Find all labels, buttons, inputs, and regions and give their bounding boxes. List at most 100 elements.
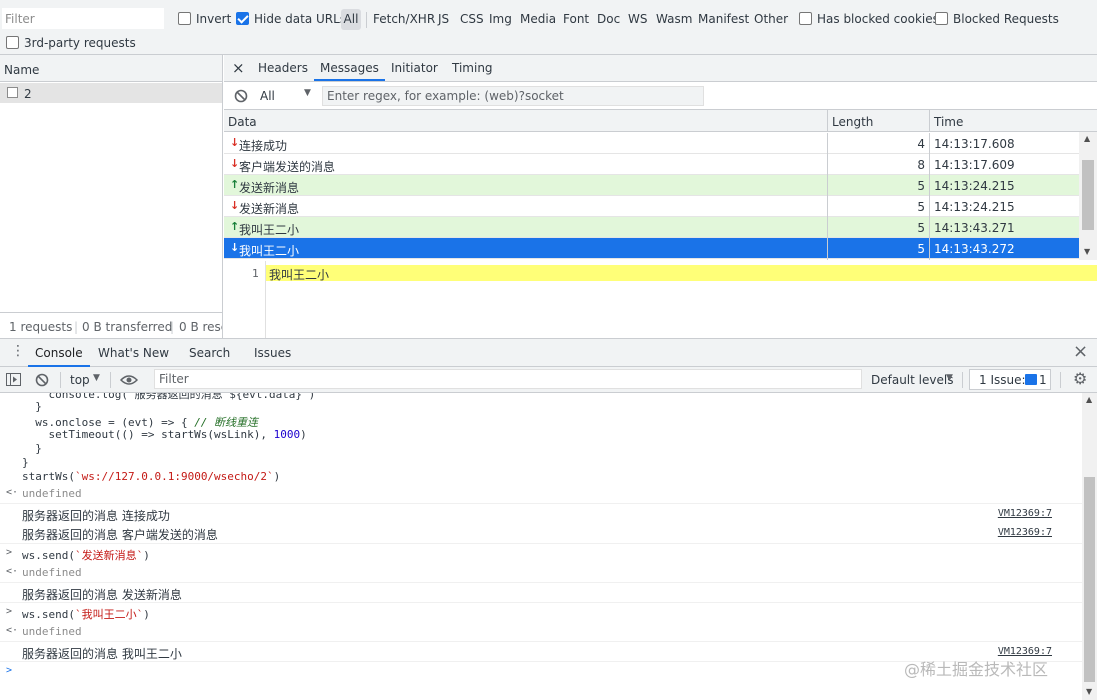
message-time: 14:13:17.608: [934, 137, 1015, 151]
has-blocked-cookies-label: Has blocked cookies: [817, 12, 939, 26]
type-filter-ws[interactable]: WS: [628, 12, 647, 26]
gear-icon[interactable]: ⚙: [1073, 369, 1087, 388]
scroll-up-icon[interactable]: ▲: [1084, 134, 1090, 143]
chevron-down-icon[interactable]: ▼: [946, 373, 953, 383]
log-text: 服务器返回的消息 客户端发送的消息: [22, 528, 218, 542]
request-count: 1 requests: [9, 320, 73, 334]
message-row[interactable]: ↓ 连接成功 4 14:13:17.608: [224, 133, 1079, 154]
line-number-gutter: 1: [224, 261, 266, 338]
message-type-select[interactable]: All: [260, 89, 275, 103]
tab-issues[interactable]: Issues: [254, 346, 291, 360]
type-filter-other[interactable]: Other: [754, 12, 788, 26]
divider: [110, 372, 111, 388]
message-row[interactable]: ↓ 发送新消息 5 14:13:24.215: [224, 196, 1079, 217]
console-filter-input[interactable]: [154, 369, 862, 389]
type-filter-fetch-xhr[interactable]: Fetch/XHR: [373, 12, 435, 26]
type-filter-all[interactable]: All: [341, 9, 361, 30]
console-output: console.log(`服务器返回的消息 ${evt.data}`) } ws…: [0, 393, 1082, 700]
tab-initiator[interactable]: Initiator: [391, 61, 438, 75]
chevron-down-icon[interactable]: ▼: [304, 88, 311, 98]
console-input-line: > ws.send(`我叫王二小`): [0, 602, 1082, 622]
message-time: 14:13:43.271: [934, 221, 1015, 235]
log-source-link[interactable]: VM12369:7: [998, 508, 1052, 519]
context-select[interactable]: top: [70, 373, 90, 387]
clear-messages-icon[interactable]: [234, 89, 248, 103]
tab-console[interactable]: Console: [28, 339, 90, 367]
close-detail-button[interactable]: ×: [232, 59, 245, 77]
code-text: startWs(: [22, 470, 75, 483]
sidebar-toggle-icon[interactable]: [6, 373, 21, 386]
resources-size: 0 B resc: [179, 320, 222, 334]
type-filter-js[interactable]: JS: [438, 12, 449, 26]
log-levels-select[interactable]: Default levels: [871, 373, 953, 387]
more-menu-icon[interactable]: ⋮: [11, 344, 25, 358]
message-length: 5: [917, 221, 925, 235]
chevron-down-icon[interactable]: ▼: [93, 373, 100, 383]
has-blocked-cookies-checkbox[interactable]: [799, 12, 812, 25]
message-row[interactable]: ↑ 我叫王二小 5 14:13:43.271: [224, 217, 1079, 238]
type-filter-css[interactable]: CSS: [460, 12, 484, 26]
type-filter-wasm[interactable]: Wasm: [656, 12, 692, 26]
request-row[interactable]: 2: [0, 83, 222, 103]
console-result-line: <· undefined: [0, 484, 1082, 504]
type-filter-manifest[interactable]: Manifest: [698, 12, 749, 26]
scroll-up-icon[interactable]: ▲: [1086, 395, 1092, 404]
tab-messages[interactable]: Messages: [314, 61, 385, 81]
message-row[interactable]: ↓ 客户端发送的消息 8 14:13:17.609: [224, 154, 1079, 175]
eye-icon[interactable]: [120, 374, 138, 386]
message-data: 客户端发送的消息: [239, 160, 336, 174]
tab-timing[interactable]: Timing: [452, 61, 493, 75]
blocked-requests-checkbox[interactable]: [935, 12, 948, 25]
message-row[interactable]: ↑ 发送新消息 5 14:13:24.215: [224, 175, 1079, 196]
message-detail-text: 我叫王二小: [269, 268, 330, 282]
message-time: 14:13:43.272: [934, 242, 1015, 256]
type-filter-media[interactable]: Media: [520, 12, 556, 26]
name-column-header[interactable]: Name: [0, 55, 222, 82]
network-filter-bar: Invert Hide data URLs All Fetch/XHR JS C…: [0, 0, 1097, 55]
code-string: `我叫王二小`: [74, 608, 144, 621]
console-scrollbar[interactable]: ▲ ▼: [1082, 393, 1097, 700]
invert-checkbox[interactable]: [178, 12, 191, 25]
clear-console-icon[interactable]: [35, 373, 49, 387]
tab-whats-new[interactable]: What's New: [98, 346, 169, 360]
message-data: 发送新消息: [239, 202, 300, 216]
invert-label: Invert: [196, 12, 232, 26]
hide-data-urls-label: Hide data URLs: [254, 12, 347, 26]
message-data: 连接成功: [239, 139, 288, 153]
issues-button[interactable]: 1 Issue: 1: [969, 369, 1051, 390]
tab-headers[interactable]: Headers: [258, 61, 308, 75]
messages-regex-input[interactable]: [322, 86, 704, 106]
length-column-header[interactable]: Length: [827, 110, 929, 132]
time-column-header[interactable]: Time: [929, 110, 1097, 132]
close-drawer-button[interactable]: ×: [1073, 341, 1088, 362]
data-column-header[interactable]: Data: [224, 110, 827, 132]
issues-count: 1: [1039, 373, 1047, 387]
third-party-checkbox[interactable]: [6, 36, 19, 49]
scrollbar-thumb[interactable]: [1082, 160, 1094, 230]
line-number: 1: [252, 267, 259, 280]
code-string: `发送新消息`: [74, 549, 144, 562]
type-filter-doc[interactable]: Doc: [597, 12, 620, 26]
network-filter-input[interactable]: [2, 8, 164, 29]
type-filter-img[interactable]: Img: [489, 12, 512, 26]
result-text: undefined: [22, 625, 82, 638]
scroll-down-icon[interactable]: ▼: [1084, 247, 1090, 256]
message-row-selected[interactable]: ↓ 我叫王二小 5 14:13:43.272: [224, 238, 1079, 259]
tab-search[interactable]: Search: [189, 346, 230, 360]
scroll-down-icon[interactable]: ▼: [1086, 687, 1092, 696]
message-length: 5: [917, 179, 925, 193]
received-arrow-icon: ↓: [230, 199, 240, 212]
log-source-link[interactable]: VM12369:7: [998, 527, 1052, 538]
message-time: 14:13:17.609: [934, 158, 1015, 172]
scrollbar-thumb[interactable]: [1084, 477, 1095, 682]
console-input-line: > ws.send(`发送新消息`): [0, 543, 1082, 563]
hide-data-urls-checkbox[interactable]: [236, 12, 249, 25]
divider: |: [74, 320, 79, 334]
console-result-line: <· undefined: [0, 622, 1082, 642]
messages-scrollbar[interactable]: ▲ ▼: [1079, 132, 1097, 260]
messages-table: Data Length Time ↓ 连接成功 4 14:13:17.608 ↓…: [224, 110, 1097, 260]
type-filter-font[interactable]: Font: [563, 12, 589, 26]
column-divider: [827, 133, 828, 260]
request-detail-tabs: × Headers Messages Initiator Timing: [224, 55, 1097, 82]
divider: [60, 372, 61, 388]
